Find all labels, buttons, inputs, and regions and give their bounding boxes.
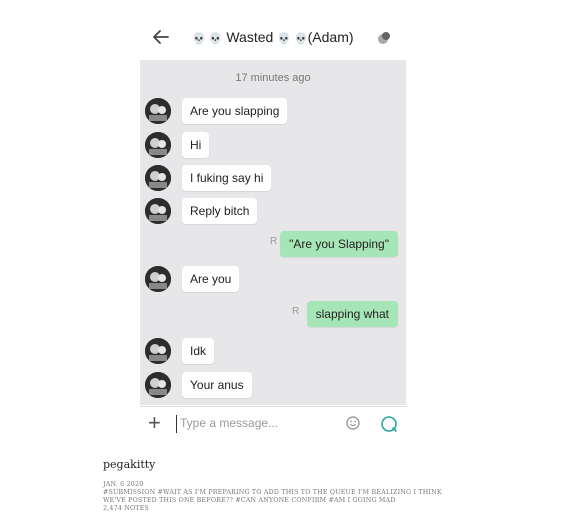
read-receipt-icon: R bbox=[292, 306, 300, 317]
incoming-message[interactable]: Idk bbox=[182, 338, 215, 364]
post-notes[interactable]: 2,474 NOTES bbox=[103, 505, 149, 512]
skull-emoji-icon: 💀 💀 bbox=[277, 33, 308, 45]
incoming-message[interactable]: Hi bbox=[182, 132, 210, 158]
avatar[interactable] bbox=[145, 165, 171, 191]
post-tags[interactable]: WE'VE POSTED THIS ONE BEFORE?? #CAN ANYO… bbox=[103, 497, 396, 504]
post-tags[interactable]: #SUBMISSION #WAIT AS I'M PREPARING TO AD… bbox=[103, 489, 442, 496]
avatar[interactable] bbox=[145, 132, 171, 158]
conversation-name: Wasted bbox=[226, 29, 274, 45]
incoming-message[interactable]: Reply bitch bbox=[182, 198, 258, 224]
skull-emoji-icon: 💀 💀 bbox=[192, 33, 223, 45]
message-timestamp: 17 minutes ago bbox=[235, 72, 311, 84]
conversation-header: 💀 💀 Wasted 💀 💀(Adam) bbox=[140, 18, 406, 58]
post-author[interactable]: pegakitty bbox=[103, 458, 155, 471]
add-attachment-icon[interactable]: + bbox=[148, 412, 161, 434]
incoming-message[interactable]: Are you bbox=[182, 266, 240, 292]
read-receipt-icon: R bbox=[270, 236, 278, 247]
incoming-message[interactable]: I fuking say hi bbox=[182, 165, 272, 191]
send-icon[interactable] bbox=[380, 415, 398, 433]
avatar[interactable] bbox=[145, 338, 171, 364]
conversation-name-tail: (Adam) bbox=[307, 29, 354, 45]
conversation-title: 💀 💀 Wasted 💀 💀(Adam) bbox=[192, 29, 354, 45]
avatar[interactable] bbox=[145, 266, 171, 292]
back-arrow-icon[interactable] bbox=[150, 26, 172, 48]
message-input[interactable]: Type a message... bbox=[180, 416, 278, 430]
incoming-message[interactable]: Are you slapping bbox=[182, 98, 288, 124]
text-cursor bbox=[176, 415, 177, 433]
message-list[interactable]: 17 minutes ago Are you slapping Hi I fuk… bbox=[140, 60, 406, 405]
emoji-icon[interactable] bbox=[346, 416, 360, 430]
avatar[interactable] bbox=[145, 98, 171, 124]
phone-screenshot: 💀 💀 Wasted 💀 💀(Adam) 17 minutes ago Are … bbox=[140, 18, 406, 440]
avatar[interactable] bbox=[145, 372, 171, 398]
message-composer: + Type a message... bbox=[140, 406, 406, 440]
incoming-message[interactable]: Your anus bbox=[182, 372, 252, 398]
avatar[interactable] bbox=[145, 198, 171, 224]
contact-status-icon[interactable] bbox=[376, 30, 392, 46]
outgoing-message[interactable]: slapping what bbox=[306, 301, 398, 327]
outgoing-message[interactable]: "Are you Slapping" bbox=[280, 231, 398, 257]
post-date: JAN. 6 2020 bbox=[103, 481, 144, 488]
